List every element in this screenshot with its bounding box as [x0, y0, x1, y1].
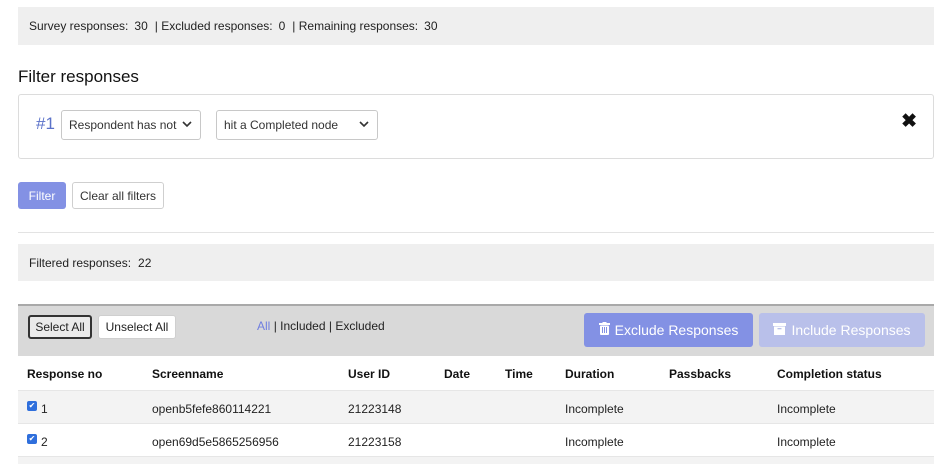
section-divider — [18, 232, 934, 233]
chevron-down-icon — [359, 119, 369, 132]
column-header[interactable]: Date — [444, 367, 470, 381]
view-included-link[interactable]: Included — [280, 319, 325, 333]
view-filter-links: All | Included | Excluded — [257, 319, 385, 333]
remaining-responses-count: 30 — [424, 19, 438, 33]
responses-table: Response no Screenname User ID Date Time… — [18, 356, 934, 464]
completion-status: Incomplete — [777, 435, 836, 449]
remaining-responses-label: | Remaining responses: — [292, 19, 419, 33]
completion-status: Incomplete — [777, 402, 836, 416]
unselect-all-button[interactable]: Unselect All — [98, 315, 176, 339]
column-header[interactable]: User ID — [348, 367, 390, 381]
table-row — [18, 456, 934, 464]
duration: Incomplete — [565, 402, 624, 416]
user-id: 21223158 — [348, 435, 402, 449]
target-select[interactable]: hit a Completed node — [216, 110, 378, 140]
response-no: 1 — [41, 402, 48, 416]
chevron-down-icon — [182, 119, 192, 132]
column-header[interactable]: Time — [505, 367, 533, 381]
clear-filters-button[interactable]: Clear all filters — [72, 182, 164, 209]
view-excluded-link[interactable]: Excluded — [335, 319, 384, 333]
screenname: open69d5e5865256956 — [152, 435, 279, 449]
condition-select[interactable]: Respondent has not — [61, 110, 201, 140]
response-no: 2 — [41, 435, 48, 449]
column-header[interactable]: Passbacks — [669, 367, 731, 381]
filter-button[interactable]: Filter — [18, 182, 66, 209]
exclude-responses-label: Exclude Responses — [614, 322, 739, 338]
responses-toolbar: Select All Unselect All All | Included |… — [18, 304, 934, 356]
table-header: Response no Screenname User ID Date Time… — [18, 356, 934, 390]
close-icon[interactable]: ✖ — [901, 110, 917, 133]
select-all-button[interactable]: Select All — [28, 315, 92, 339]
filter-rule-panel: #1 Respondent has not hit a Completed no… — [18, 94, 934, 159]
user-id: 21223148 — [348, 402, 402, 416]
screenname: openb5fefe860114221 — [152, 402, 272, 416]
row-checkbox[interactable]: ✔ — [27, 401, 37, 411]
survey-responses-label: Survey responses: — [29, 19, 129, 33]
filter-heading: Filter responses — [18, 67, 139, 86]
filtered-responses-count: 22 — [138, 255, 152, 270]
include-responses-button[interactable]: Include Responses — [759, 313, 925, 347]
target-select-value: hit a Completed node — [224, 118, 339, 132]
excluded-responses-count: 0 — [278, 19, 286, 33]
archive-icon — [773, 322, 787, 338]
response-summary-bar: Survey responses: 30 | Excluded response… — [18, 7, 934, 45]
survey-responses-count: 30 — [134, 19, 148, 33]
duration: Incomplete — [565, 435, 624, 449]
filtered-responses-label: Filtered responses: — [29, 255, 132, 270]
filter-rule-index: #1 — [36, 114, 55, 133]
include-responses-label: Include Responses — [791, 322, 911, 338]
column-header[interactable]: Screenname — [152, 367, 223, 381]
column-header[interactable]: Duration — [565, 367, 614, 381]
trash-icon — [598, 322, 610, 338]
row-checkbox[interactable]: ✔ — [27, 434, 37, 444]
view-all-link[interactable]: All — [257, 319, 270, 333]
column-header[interactable]: Response no — [27, 367, 102, 381]
filtered-responses-bar: Filtered responses: 22 — [18, 244, 934, 281]
condition-select-value: Respondent has not — [69, 118, 177, 132]
table-row: ✔ 2 open69d5e5865256956 21223158 Incompl… — [18, 423, 934, 456]
excluded-responses-label: | Excluded responses: — [154, 19, 273, 33]
table-row: ✔ 1 openb5fefe860114221 21223148 Incompl… — [18, 390, 934, 423]
column-header[interactable]: Completion status — [777, 367, 882, 381]
exclude-responses-button[interactable]: Exclude Responses — [584, 313, 753, 347]
